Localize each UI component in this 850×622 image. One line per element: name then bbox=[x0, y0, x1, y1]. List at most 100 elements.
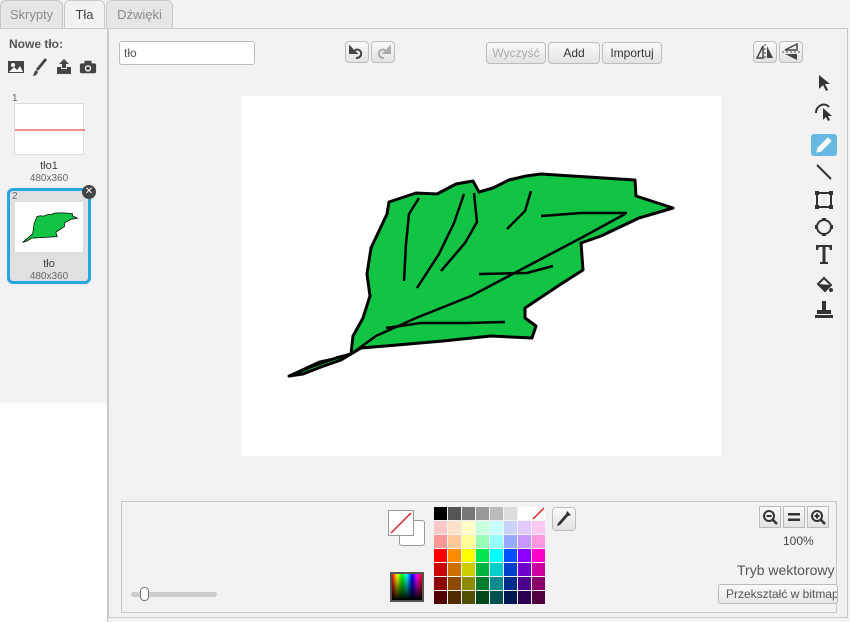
color-picker-gradient[interactable] bbox=[390, 572, 424, 602]
color-swatch[interactable] bbox=[448, 507, 461, 520]
tab-scripts[interactable]: Skrypty bbox=[0, 0, 63, 28]
tab-backdrops[interactable]: Tła bbox=[64, 0, 105, 29]
color-swatch[interactable] bbox=[518, 507, 531, 520]
backdrop-item-selected[interactable]: 2 tło 480x360 ✕ bbox=[7, 185, 96, 284]
pencil-icon[interactable] bbox=[811, 134, 837, 156]
color-swatch[interactable] bbox=[490, 577, 503, 590]
drawing-canvas[interactable] bbox=[241, 96, 721, 456]
color-swatch[interactable] bbox=[490, 563, 503, 576]
color-swatch[interactable] bbox=[532, 591, 545, 604]
backdrop-size: 480x360 bbox=[29, 173, 69, 184]
color-swatch[interactable] bbox=[518, 535, 531, 548]
reshape-icon[interactable] bbox=[811, 99, 837, 121]
line-icon[interactable] bbox=[811, 161, 837, 183]
add-button[interactable]: Add bbox=[548, 42, 600, 64]
color-swatch[interactable] bbox=[532, 549, 545, 562]
color-swatch[interactable] bbox=[504, 535, 517, 548]
color-swatch[interactable] bbox=[434, 591, 447, 604]
color-swatch[interactable] bbox=[448, 563, 461, 576]
color-swatch[interactable] bbox=[532, 521, 545, 534]
color-swatch[interactable] bbox=[490, 521, 503, 534]
color-swatch[interactable] bbox=[434, 563, 447, 576]
fill-bucket-icon[interactable] bbox=[811, 274, 837, 296]
color-swatch[interactable] bbox=[532, 577, 545, 590]
color-swatch[interactable] bbox=[448, 535, 461, 548]
redo-button[interactable] bbox=[371, 41, 395, 63]
sidebar-empty-area bbox=[0, 403, 108, 622]
zoom-in-button[interactable] bbox=[807, 506, 829, 528]
color-swatch[interactable] bbox=[504, 549, 517, 562]
color-swatch[interactable] bbox=[504, 521, 517, 534]
ellipse-icon[interactable] bbox=[811, 216, 837, 238]
color-swatch[interactable] bbox=[448, 549, 461, 562]
color-swatch[interactable] bbox=[448, 521, 461, 534]
color-swatch[interactable] bbox=[434, 577, 447, 590]
select-arrow-icon[interactable] bbox=[811, 72, 837, 94]
color-swatch[interactable] bbox=[518, 563, 531, 576]
brush-size-slider-knob[interactable] bbox=[140, 587, 149, 601]
backdrop-item[interactable]: 1 tło1 480x360 bbox=[7, 91, 93, 187]
color-swatch[interactable] bbox=[532, 507, 545, 520]
image-library-icon[interactable] bbox=[7, 57, 25, 77]
undo-button[interactable] bbox=[345, 41, 369, 63]
eyedropper-button[interactable] bbox=[552, 507, 576, 531]
clear-button[interactable]: Wyczyść bbox=[486, 42, 546, 64]
color-swatch[interactable] bbox=[476, 591, 489, 604]
color-swatch[interactable] bbox=[476, 563, 489, 576]
color-swatch[interactable] bbox=[462, 549, 475, 562]
color-panel: 100% Tryb wektorowy Przekształć w bitmap… bbox=[121, 501, 838, 613]
color-swatch[interactable] bbox=[462, 591, 475, 604]
tab-bar: Skrypty Tła Dźwięki bbox=[0, 0, 850, 29]
backdrop-thumbnail bbox=[7, 103, 93, 155]
camera-icon[interactable] bbox=[79, 57, 97, 77]
color-swatch[interactable] bbox=[462, 577, 475, 590]
color-swatch[interactable] bbox=[490, 535, 503, 548]
color-swatch[interactable] bbox=[476, 521, 489, 534]
color-swatch[interactable] bbox=[462, 521, 475, 534]
flip-vertical-button[interactable] bbox=[779, 41, 803, 63]
color-swatch[interactable] bbox=[504, 591, 517, 604]
stamp-icon[interactable] bbox=[811, 299, 837, 321]
upload-icon[interactable] bbox=[55, 57, 73, 77]
color-swatch[interactable] bbox=[434, 549, 447, 562]
color-swatch[interactable] bbox=[462, 535, 475, 548]
color-swatch[interactable] bbox=[462, 507, 475, 520]
flip-horizontal-button[interactable] bbox=[753, 41, 777, 63]
convert-to-bitmap-button[interactable]: Przekształć w bitmapę bbox=[718, 584, 838, 604]
color-swatch[interactable] bbox=[476, 577, 489, 590]
backdrop-name-input[interactable] bbox=[119, 41, 255, 65]
rectangle-icon[interactable] bbox=[811, 189, 837, 211]
color-swatch[interactable] bbox=[518, 549, 531, 562]
color-swatch[interactable] bbox=[504, 563, 517, 576]
tab-sounds[interactable]: Dźwięki bbox=[106, 0, 173, 28]
import-button[interactable]: Importuj bbox=[602, 42, 662, 64]
color-swatch[interactable] bbox=[504, 577, 517, 590]
color-swatch[interactable] bbox=[490, 549, 503, 562]
color-swatch[interactable] bbox=[518, 591, 531, 604]
color-swatch[interactable] bbox=[462, 563, 475, 576]
color-swatch[interactable] bbox=[476, 549, 489, 562]
color-swatch[interactable] bbox=[532, 535, 545, 548]
color-swatch[interactable] bbox=[518, 577, 531, 590]
zoom-out-button[interactable] bbox=[759, 506, 781, 528]
no-fill-swatch[interactable] bbox=[388, 510, 414, 536]
color-swatch[interactable] bbox=[434, 535, 447, 548]
color-swatch[interactable] bbox=[490, 591, 503, 604]
color-swatch[interactable] bbox=[476, 535, 489, 548]
color-swatch[interactable] bbox=[490, 507, 503, 520]
delete-backdrop-button[interactable]: ✕ bbox=[82, 185, 96, 199]
backdrop-thumbnail bbox=[14, 201, 84, 253]
color-swatch[interactable] bbox=[434, 507, 447, 520]
color-swatch[interactable] bbox=[476, 507, 489, 520]
text-icon[interactable] bbox=[811, 243, 837, 265]
color-swatch[interactable] bbox=[518, 521, 531, 534]
zoom-reset-button[interactable] bbox=[783, 506, 805, 528]
color-swatch[interactable] bbox=[448, 591, 461, 604]
color-swatch[interactable] bbox=[434, 521, 447, 534]
paint-brush-icon[interactable] bbox=[31, 57, 49, 77]
color-swatch[interactable] bbox=[532, 563, 545, 576]
color-swatch[interactable] bbox=[504, 507, 517, 520]
backdrop-sidebar: Nowe tło: 1 tło1 480x360 2 tło 480x360 ✕ bbox=[0, 28, 108, 403]
zoom-in-icon bbox=[811, 510, 826, 525]
color-swatch[interactable] bbox=[448, 577, 461, 590]
